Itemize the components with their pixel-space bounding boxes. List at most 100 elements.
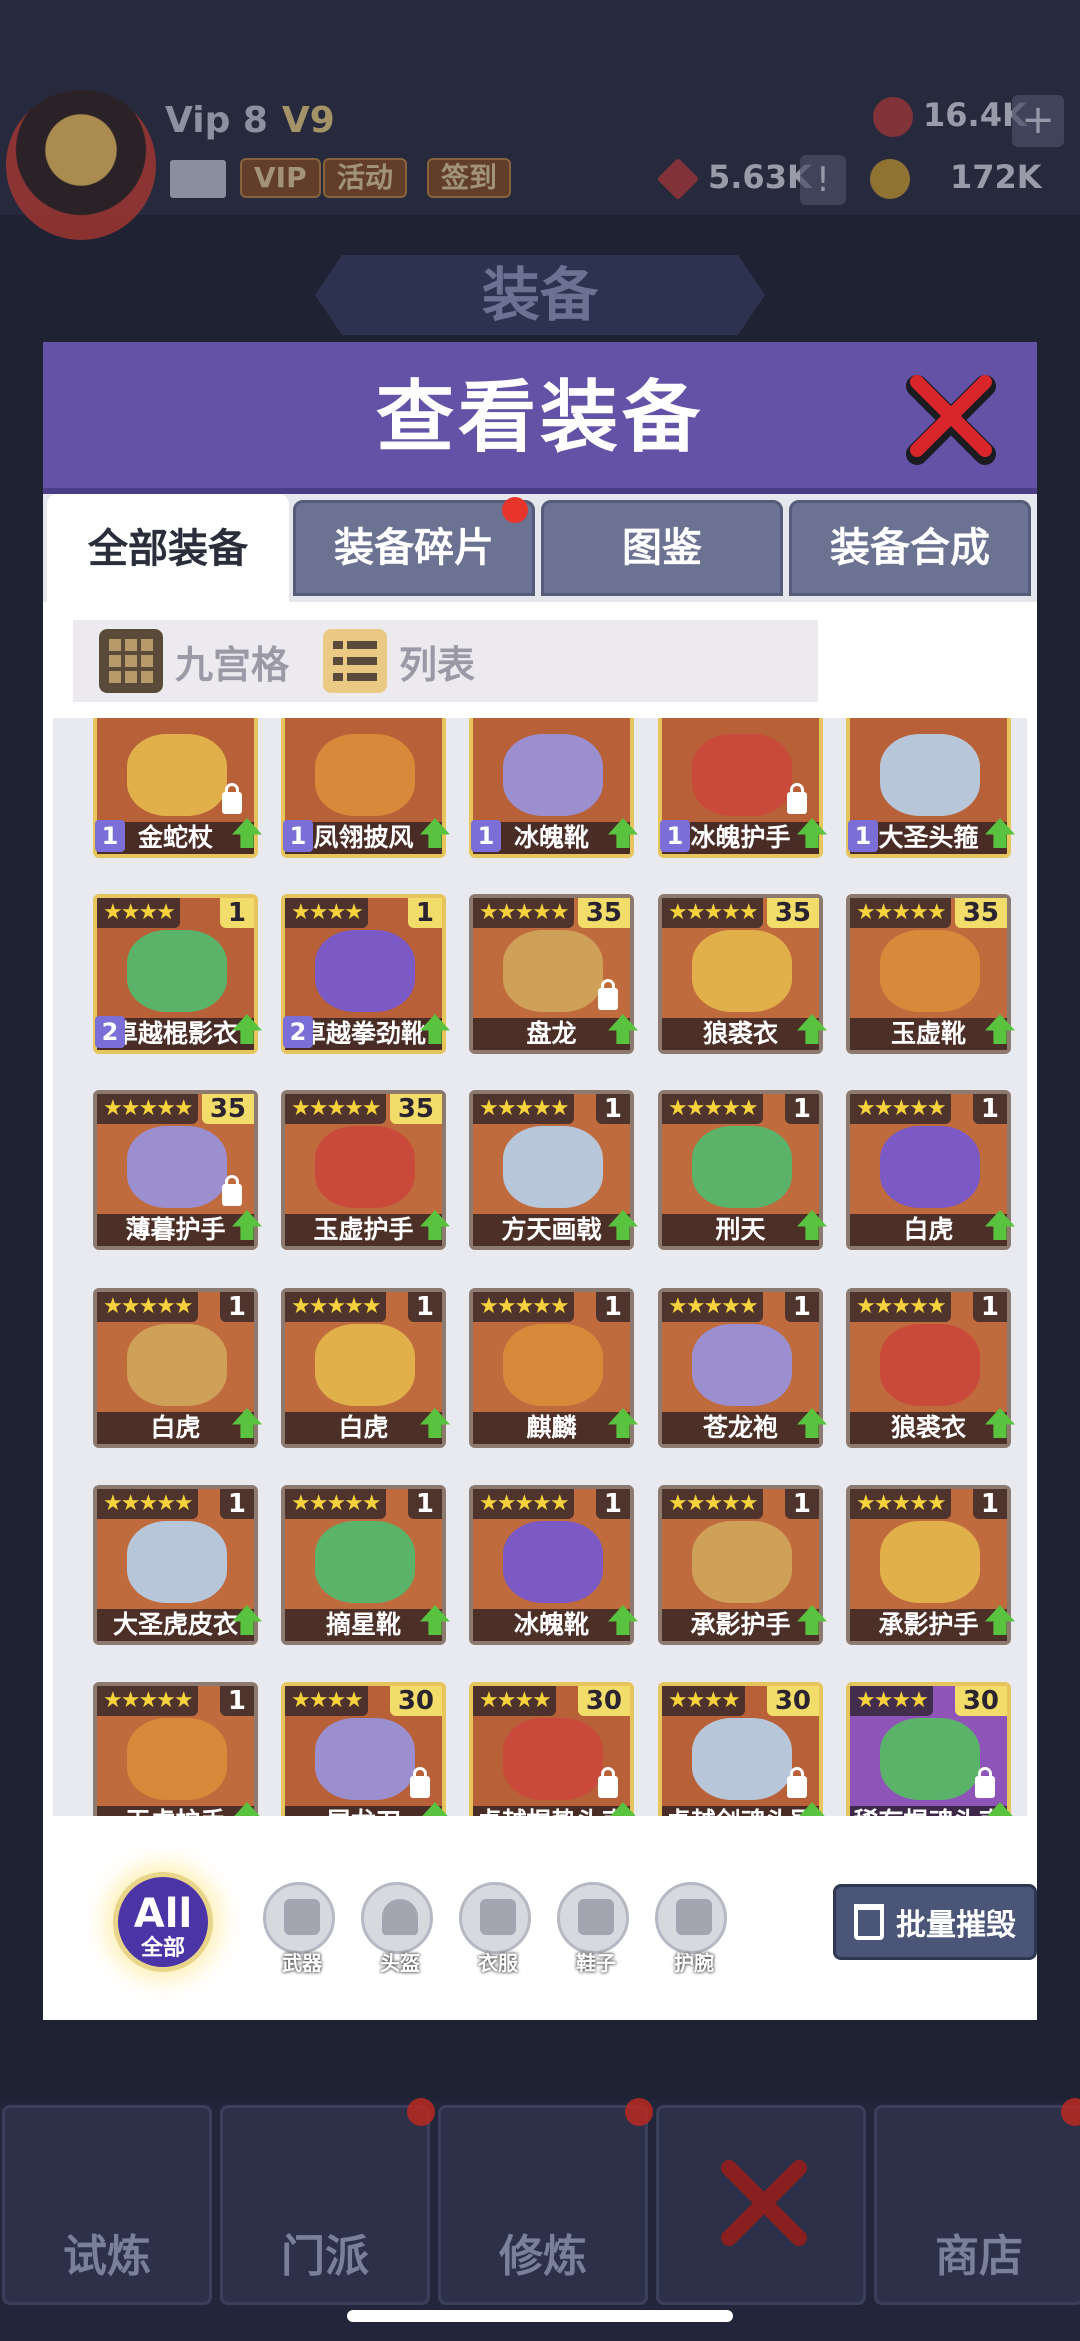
boot-icon [578, 1899, 614, 1935]
equipment-item[interactable]: ★★★★★ 1 摘星靴 [281, 1485, 450, 1645]
star-rating: ★★★★ [285, 1686, 368, 1716]
equipment-item[interactable]: ★★★★ 30 卓越剑魂头冠 [658, 1682, 827, 1816]
batch-destroy-button[interactable]: 批量摧毁 [833, 1884, 1037, 1960]
nav-shop[interactable]: 商店 [874, 2098, 1080, 2305]
add-gems-button[interactable]: + [1012, 95, 1064, 147]
star-rating: ★★★★★ [850, 898, 951, 928]
equipment-image [503, 1324, 603, 1406]
close-button[interactable] [903, 372, 999, 468]
item-name: 屠龙刀 [285, 1806, 442, 1816]
lock-icon [787, 783, 807, 814]
filter-all-button[interactable]: All 全部 [113, 1872, 213, 1972]
equipment-item[interactable]: ★★★★★ 1 大圣虎皮衣 [93, 1485, 262, 1645]
checkin-button[interactable]: 签到 [427, 158, 512, 198]
notification-dot [502, 497, 528, 523]
close-icon [906, 375, 996, 465]
equipment-item[interactable]: ★★★★★ 1 白虎 [846, 1090, 1015, 1250]
filter-bracer-button[interactable]: 护腕 [655, 1882, 727, 1975]
lock-icon [222, 1175, 242, 1206]
equipment-image [315, 1521, 415, 1603]
equipment-grid: 金蛇杖 1 凤翎披风 1 冰魄靴 1 冰魄护手 1 大圣头箍 1 ★★★★ 1 卓越棍影衣 2 ★★★★ 1 卓… [53, 718, 1027, 1816]
item-level: 1 [219, 1489, 254, 1519]
item-level: 30 [954, 1686, 1007, 1716]
equipment-item[interactable]: ★★★★★ 35 薄暮护手 [93, 1090, 262, 1250]
equipment-item[interactable]: 冰魄靴 1 [469, 718, 638, 858]
equipment-item[interactable]: ★★★★★ 35 玉虚护手 [281, 1090, 450, 1250]
equipment-item[interactable]: ★★★★★ 1 玉虚护手 [93, 1682, 262, 1816]
gems-counter: 16.4K [873, 96, 1027, 137]
item-level: 1 [784, 1489, 819, 1519]
equipment-item[interactable]: ★★★★ 30 屠龙刀 [281, 1682, 450, 1816]
tab-equipment-synthesis[interactable]: 装备合成 [789, 500, 1031, 596]
item-level: 35 [389, 1094, 442, 1124]
grid-view-button[interactable]: 九宫格 [99, 628, 289, 694]
equipment-item[interactable]: ★★★★★ 1 白虎 [281, 1288, 450, 1448]
item-quantity: 1 [660, 820, 690, 852]
nav-cultivate[interactable]: 修炼 [438, 2098, 653, 2305]
filter-helmet-button[interactable]: 头盔 [361, 1882, 433, 1975]
list-view-label: 列表 [399, 642, 476, 687]
tickets-info-button[interactable]: ! [800, 155, 846, 205]
filter-clothes-button[interactable]: 衣服 [459, 1882, 531, 1975]
item-name: 苍龙袍 [662, 1412, 819, 1444]
equipment-item[interactable]: ★★★★★ 1 冰魄靴 [469, 1485, 638, 1645]
mail-icon[interactable] [170, 160, 226, 198]
item-name: 玉虚护手 [97, 1806, 254, 1816]
item-name: 承影护手 [850, 1609, 1007, 1641]
equipment-image [692, 930, 792, 1012]
star-rating: ★★★★★ [473, 898, 574, 928]
equipment-item[interactable]: 凤翎披风 1 [281, 718, 450, 858]
events-button[interactable]: 活动 [323, 158, 408, 198]
equipment-item[interactable]: ★★★★★ 35 盘龙 [469, 894, 638, 1054]
equipment-item[interactable]: ★★★★★ 1 白虎 [93, 1288, 262, 1448]
lock-icon [410, 1767, 430, 1798]
equipment-image [127, 734, 227, 816]
category-filter-bar: All 全部 武器 头盔 衣服 鞋子 护腕 批量摧毁 [73, 1872, 1037, 1982]
equipment-item[interactable]: ★★★★ 1 卓越棍影衣 2 [93, 894, 262, 1054]
item-quantity: 1 [848, 820, 878, 852]
equipment-item[interactable]: ★★★★★ 1 麒麟 [469, 1288, 638, 1448]
item-level: 1 [219, 1686, 254, 1716]
coin-icon [870, 159, 910, 199]
tab-codex[interactable]: 图鉴 [541, 500, 783, 596]
player-avatar[interactable] [6, 90, 156, 240]
equipment-item[interactable]: ★★★★ 1 卓越拳劲靴 2 [281, 894, 450, 1054]
equipment-item[interactable]: ★★★★★ 35 玉虚靴 [846, 894, 1015, 1054]
tab-all-equipment[interactable]: 全部装备 [47, 494, 289, 602]
star-rating: ★★★★★ [850, 1489, 951, 1519]
equipment-item[interactable]: ★★★★★ 1 承影护手 [658, 1485, 827, 1645]
equipment-item[interactable]: ★★★★★ 1 承影护手 [846, 1485, 1015, 1645]
equipment-item[interactable]: ★★★★ 30 稀有棍魂头束 [846, 1682, 1015, 1816]
filter-shoes-button[interactable]: 鞋子 [557, 1882, 629, 1975]
home-indicator[interactable] [347, 2310, 733, 2322]
equipment-item[interactable]: ★★★★★ 1 方天画戟 [469, 1090, 638, 1250]
star-rating: ★★★★★ [662, 1292, 763, 1322]
equipment-item[interactable]: ★★★★★ 1 刑天 [658, 1090, 827, 1250]
page-title: 装备 [315, 255, 765, 335]
modal-title: 查看装备 [375, 373, 704, 463]
nav-equipment[interactable] [656, 2105, 866, 2305]
star-rating: ★★★★★ [662, 1489, 763, 1519]
equipment-item[interactable]: ★★★★★ 1 狼裘衣 [846, 1288, 1015, 1448]
star-rating: ★★★★★ [285, 1292, 386, 1322]
nav-trial[interactable]: 试炼 [2, 2105, 212, 2305]
equipment-image [503, 734, 603, 816]
filter-all-label: All [133, 1891, 193, 1937]
equipment-item[interactable]: ★★★★★ 35 狼裘衣 [658, 894, 827, 1054]
tab-equipment-fragments[interactable]: 装备碎片 [293, 497, 535, 596]
equipment-item[interactable]: 冰魄护手 1 [658, 718, 827, 858]
filter-label: 武器 [282, 1951, 322, 1975]
equipment-item[interactable]: 大圣头箍 1 [846, 718, 1015, 858]
equipment-image [503, 1521, 603, 1603]
vip-button[interactable]: VIP [240, 158, 321, 198]
nav-sect[interactable]: 门派 [220, 2098, 435, 2305]
equipment-item[interactable]: ★★★★★ 1 苍龙袍 [658, 1288, 827, 1448]
equipment-item[interactable]: 金蛇杖 1 [93, 718, 262, 858]
star-rating: ★★★★★ [473, 1094, 574, 1124]
equipment-item[interactable]: ★★★★ 30 卓越棍势头束 [469, 1682, 638, 1816]
list-view-button[interactable]: 列表 [323, 628, 475, 694]
filter-label: 头盔 [380, 1951, 420, 1975]
filter-weapon-button[interactable]: 武器 [263, 1882, 335, 1975]
item-name: 方天画戟 [473, 1214, 630, 1246]
item-name: 稀有棍魂头束 [850, 1806, 1007, 1816]
